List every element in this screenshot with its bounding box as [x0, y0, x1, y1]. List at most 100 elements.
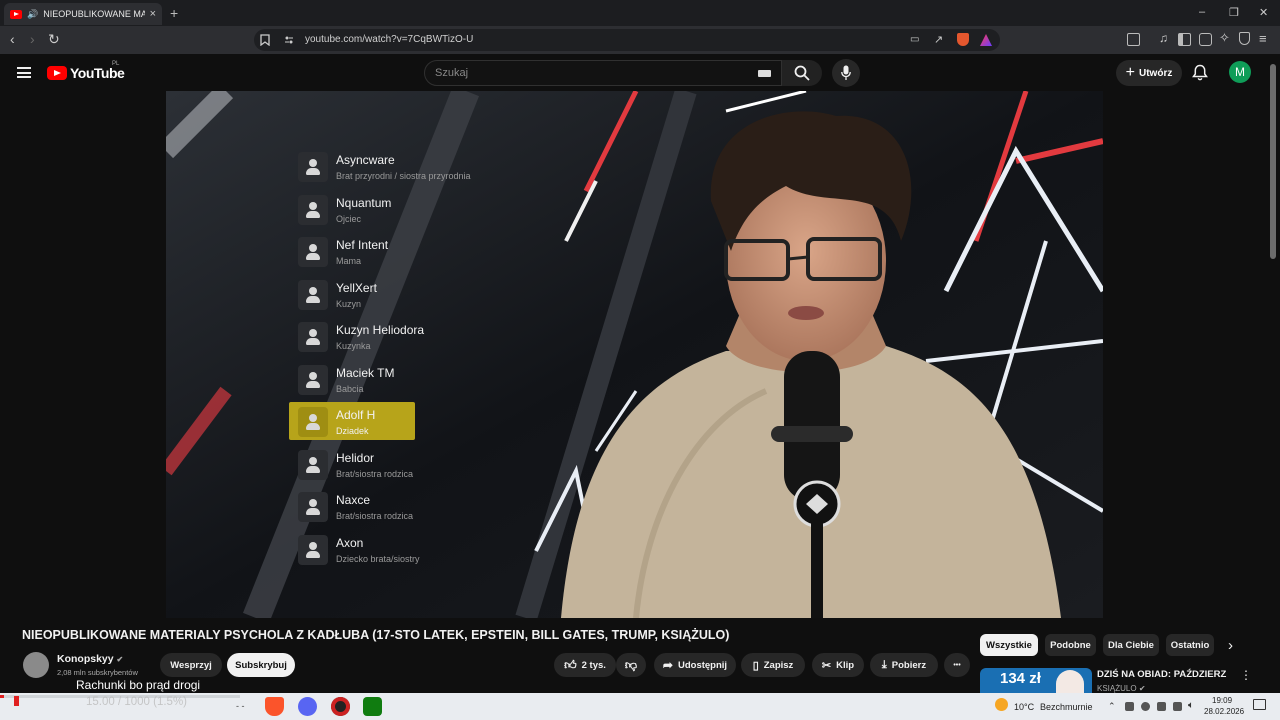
- progress-marker: [14, 696, 19, 706]
- battery-icon[interactable]: [1173, 702, 1182, 711]
- wallet-icon[interactable]: [1199, 33, 1212, 46]
- youtube-logo-text: YouTube: [70, 65, 125, 81]
- notifications-bell-icon[interactable]: [1192, 64, 1208, 81]
- person-icon: [298, 194, 328, 225]
- tab-title: NIEOPUBLIKOWANE MATERIA: [43, 9, 145, 19]
- person-icon: [298, 492, 328, 522]
- clip-label: Klip: [836, 659, 855, 671]
- brave-shields-icon[interactable]: [957, 33, 969, 46]
- close-window-button[interactable]: ✕: [1259, 6, 1268, 19]
- thumbnail-text: 134 zł: [1000, 670, 1041, 687]
- channel-name[interactable]: Konopskyy ✔: [57, 653, 123, 665]
- back-icon[interactable]: ‹: [10, 31, 15, 47]
- clock-time[interactable]: 19:09: [1212, 696, 1232, 705]
- vpn-shield-icon[interactable]: [1239, 32, 1250, 45]
- share-page-icon[interactable]: ↗: [934, 33, 943, 46]
- menu-icon[interactable]: ≡: [1259, 31, 1267, 46]
- browser-tab-bar: 🔊 NIEOPUBLIKOWANE MATERIA × + – ❐ ✕: [0, 0, 1280, 26]
- dislike-button[interactable]: 👎︎: [616, 653, 646, 677]
- recommended-menu-icon[interactable]: ⋮: [1240, 668, 1252, 682]
- browser-address-bar: ‹ › ↻ youtube.com/watch?v=7CqBWTizO-U ▭ …: [0, 26, 1280, 54]
- create-label: Utwórz: [1139, 67, 1173, 79]
- clock-date[interactable]: 28.02.2026: [1204, 707, 1244, 716]
- person-icon: [298, 279, 328, 310]
- chip-related[interactable]: Podobne: [1045, 634, 1096, 656]
- subscriber-count: 2,08 mln subskrybentów: [57, 668, 138, 677]
- keyboard-icon[interactable]: [758, 70, 771, 77]
- chip-for-you[interactable]: Dla Ciebie: [1103, 634, 1159, 656]
- download-button[interactable]: ⤓ Pobierz: [870, 653, 938, 677]
- discord-icon[interactable]: [298, 697, 317, 716]
- plus-icon: +: [1125, 64, 1135, 81]
- cast-icon[interactable]: ▭: [910, 34, 919, 45]
- family-member-role: Mama: [336, 256, 362, 266]
- account-avatar[interactable]: M: [1229, 61, 1251, 83]
- minimize-button[interactable]: –: [1199, 6, 1205, 18]
- family-member-item: Nef Intent Mama: [298, 235, 538, 273]
- network-icon[interactable]: [1141, 702, 1150, 711]
- bookmark-icon[interactable]: [260, 34, 270, 46]
- youtube-logo[interactable]: YouTube PL: [47, 61, 125, 81]
- search-box[interactable]: [424, 60, 782, 86]
- share-button[interactable]: ➦ Udostępnij: [654, 653, 736, 677]
- family-member-item: Naxce Brat/siostra rodzica: [298, 490, 538, 528]
- sidebar-icon[interactable]: [1178, 33, 1191, 46]
- person-icon: [298, 364, 328, 395]
- brave-rewards-icon[interactable]: [980, 34, 992, 46]
- search-icon: [794, 65, 810, 81]
- donation-progress-fill: [0, 695, 4, 698]
- tray-overflow-icon[interactable]: ⌃: [1108, 701, 1116, 712]
- family-member-name: Naxce: [336, 493, 371, 507]
- family-member-item: Asyncware Brat przyrodni / siostra przyro…: [298, 150, 538, 188]
- family-member-role: Dziecko brata/siostry: [336, 553, 420, 564]
- sidebar-tabs-icon[interactable]: [1127, 33, 1140, 46]
- leo-ai-icon[interactable]: ✧: [1219, 30, 1230, 46]
- person-icon: [298, 322, 328, 352]
- new-tab-button[interactable]: +: [170, 5, 178, 21]
- save-button[interactable]: ▯ Zapisz: [741, 653, 805, 677]
- url-field[interactable]: youtube.com/watch?v=7CqBWTizO-U ▭ ↗: [254, 29, 1000, 51]
- brave-browser-icon[interactable]: [265, 697, 284, 716]
- forward-icon[interactable]: ›: [30, 31, 35, 47]
- search-input[interactable]: [435, 67, 735, 79]
- chip-recent[interactable]: Ostatnio: [1166, 634, 1214, 656]
- obs-icon[interactable]: [331, 697, 350, 716]
- mic-tray-icon[interactable]: [1157, 702, 1166, 711]
- chips-next-icon[interactable]: ›: [1228, 637, 1233, 654]
- reload-icon[interactable]: ↻: [48, 31, 60, 48]
- recommended-title[interactable]: DZIŚ NA OBIAD: PAŹDZIERZ: [1097, 669, 1226, 680]
- site-settings-icon[interactable]: [284, 35, 294, 45]
- weather-sun-icon[interactable]: [995, 698, 1008, 711]
- tab-close-icon[interactable]: ×: [150, 8, 156, 20]
- create-button[interactable]: + Utwórz: [1116, 60, 1182, 86]
- family-member-name: Maciek TM: [336, 365, 395, 380]
- notification-center-icon[interactable]: [1253, 699, 1266, 710]
- music-icon[interactable]: ♫: [1159, 31, 1168, 45]
- hamburger-menu-icon[interactable]: [17, 67, 31, 78]
- restore-button[interactable]: ❐: [1229, 6, 1239, 19]
- subscribe-label: Subskrybuj: [235, 659, 287, 671]
- xbox-icon[interactable]: [363, 697, 382, 716]
- like-button[interactable]: 👍︎ 2 tys.: [554, 653, 616, 677]
- family-member-item: Kuzyn Heliodora Kuzynka: [298, 320, 538, 358]
- chip-all[interactable]: Wszystkie: [980, 634, 1038, 656]
- subscribe-button[interactable]: Subskrybuj: [227, 653, 295, 677]
- speaker-icon[interactable]: 🔊: [27, 9, 38, 20]
- recommended-channel[interactable]: KSIĄŻULO ✔: [1097, 684, 1146, 693]
- family-member-role: Kuzyn: [336, 298, 362, 309]
- recommended-thumbnail[interactable]: 134 zł: [980, 668, 1092, 694]
- channel-avatar[interactable]: [23, 652, 49, 678]
- family-member-role: Brat przyrodni / siostra przyrodnia: [336, 171, 471, 181]
- family-member-role: Kuzynka: [336, 341, 371, 351]
- clip-button[interactable]: ✂ Klip: [812, 653, 864, 677]
- support-button[interactable]: Wesprzyj: [160, 653, 222, 677]
- volume-icon[interactable]: 🔈︎: [1188, 700, 1194, 711]
- family-member-role: Ojciec: [336, 213, 362, 224]
- tray-app-icon[interactable]: [1125, 702, 1134, 711]
- more-actions-button[interactable]: •••: [944, 653, 970, 677]
- page-scrollbar[interactable]: [1270, 64, 1276, 259]
- browser-tab-active[interactable]: 🔊 NIEOPUBLIKOWANE MATERIA ×: [4, 3, 162, 25]
- voice-search-button[interactable]: [832, 59, 860, 87]
- youtube-header: YouTube PL + Utwórz M: [0, 54, 1280, 92]
- search-button[interactable]: [782, 60, 822, 86]
